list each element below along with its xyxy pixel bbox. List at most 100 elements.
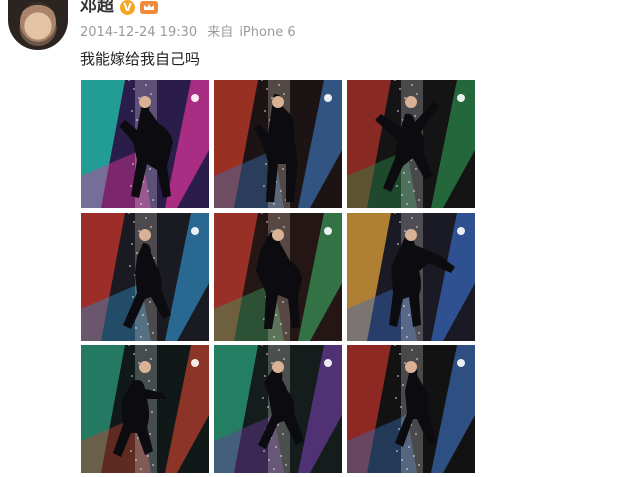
performer-head: [139, 361, 151, 373]
water-drop: [135, 327, 137, 329]
water-drop: [282, 301, 284, 303]
water-drop: [267, 406, 269, 408]
water-drop: [264, 375, 266, 377]
water-drop: [129, 265, 131, 267]
spotlight: [324, 359, 332, 367]
water-drop: [398, 428, 400, 430]
water-drop: [397, 243, 399, 245]
water-drop: [416, 358, 418, 360]
water-drop: [131, 375, 133, 377]
water-drop: [396, 185, 398, 187]
water-drop: [395, 397, 397, 399]
water-drop: [147, 455, 149, 457]
spotlight: [191, 227, 199, 235]
water-drop: [265, 163, 267, 165]
water-drop: [263, 450, 265, 452]
water-drop: [147, 323, 149, 325]
performer-head: [405, 96, 417, 108]
performer-head: [139, 229, 151, 241]
water-drop: [136, 252, 138, 254]
photo-2-image: [214, 80, 342, 208]
photo-8-image: [214, 345, 342, 473]
water-drop: [275, 446, 277, 448]
water-drop: [280, 323, 282, 325]
water-drop: [408, 446, 410, 448]
water-drop: [406, 468, 408, 470]
performer-head: [272, 361, 284, 373]
water-drop: [282, 433, 284, 435]
photo-8[interactable]: [214, 345, 342, 473]
spotlight: [457, 359, 465, 367]
water-drop: [399, 221, 401, 223]
water-drop: [408, 314, 410, 316]
water-drop: [415, 168, 417, 170]
water-drop: [266, 221, 268, 223]
photo-1[interactable]: [81, 80, 209, 208]
water-drop: [131, 243, 133, 245]
water-drop: [263, 185, 265, 187]
water-drop: [271, 230, 273, 232]
water-drop: [273, 468, 275, 470]
water-drop: [401, 327, 403, 329]
water-drop: [266, 353, 268, 355]
water-drop: [130, 450, 132, 452]
photo-7[interactable]: [81, 345, 209, 473]
water-drop: [411, 84, 413, 86]
photo-5[interactable]: [214, 213, 342, 341]
water-drop: [411, 349, 413, 351]
photo-2[interactable]: [214, 80, 342, 208]
spotlight: [191, 359, 199, 367]
water-drop: [273, 203, 275, 205]
water-drop: [278, 217, 280, 219]
water-drop: [152, 332, 154, 334]
water-drop: [275, 314, 277, 316]
water-drop: [138, 97, 140, 99]
performer-head: [272, 96, 284, 108]
water-drop: [399, 88, 401, 90]
spotlight: [324, 94, 332, 102]
water-drop: [401, 459, 403, 461]
water-drop: [149, 301, 151, 303]
water-drop: [145, 217, 147, 219]
water-drop: [414, 115, 416, 117]
water-drop: [283, 93, 285, 95]
water-drop: [132, 296, 134, 298]
water-drop: [153, 389, 155, 391]
water-drop: [403, 305, 405, 307]
performer-head: [405, 229, 417, 241]
water-drop: [278, 84, 280, 86]
water-drop: [418, 332, 420, 334]
water-drop: [283, 226, 285, 228]
water-drop: [148, 380, 150, 382]
water-drop: [268, 459, 270, 461]
water-drop: [133, 88, 135, 90]
photo-6[interactable]: [347, 213, 475, 341]
water-drop: [413, 455, 415, 457]
photo-grid: [0, 0, 640, 477]
photo-3[interactable]: [347, 80, 475, 208]
photo-3-image: [347, 80, 475, 208]
photo-9[interactable]: [347, 345, 475, 473]
water-drop: [399, 353, 401, 355]
water-drop: [133, 221, 135, 223]
water-drop: [277, 424, 279, 426]
photo-9-image: [347, 345, 475, 473]
water-drop: [271, 362, 273, 364]
water-drop: [150, 358, 152, 360]
water-drop: [282, 168, 284, 170]
water-drop: [150, 226, 152, 228]
water-drop: [271, 97, 273, 99]
water-drop: [142, 314, 144, 316]
water-drop: [401, 194, 403, 196]
water-drop: [138, 362, 140, 364]
water-drop: [285, 464, 287, 466]
water-drop: [140, 203, 142, 205]
photo-4[interactable]: [81, 213, 209, 341]
photo-4-image: [81, 213, 209, 341]
water-drop: [415, 433, 417, 435]
water-drop: [278, 349, 280, 351]
spotlight: [457, 227, 465, 235]
water-drop: [404, 97, 406, 99]
water-drop: [149, 433, 151, 435]
water-drop: [266, 88, 268, 90]
